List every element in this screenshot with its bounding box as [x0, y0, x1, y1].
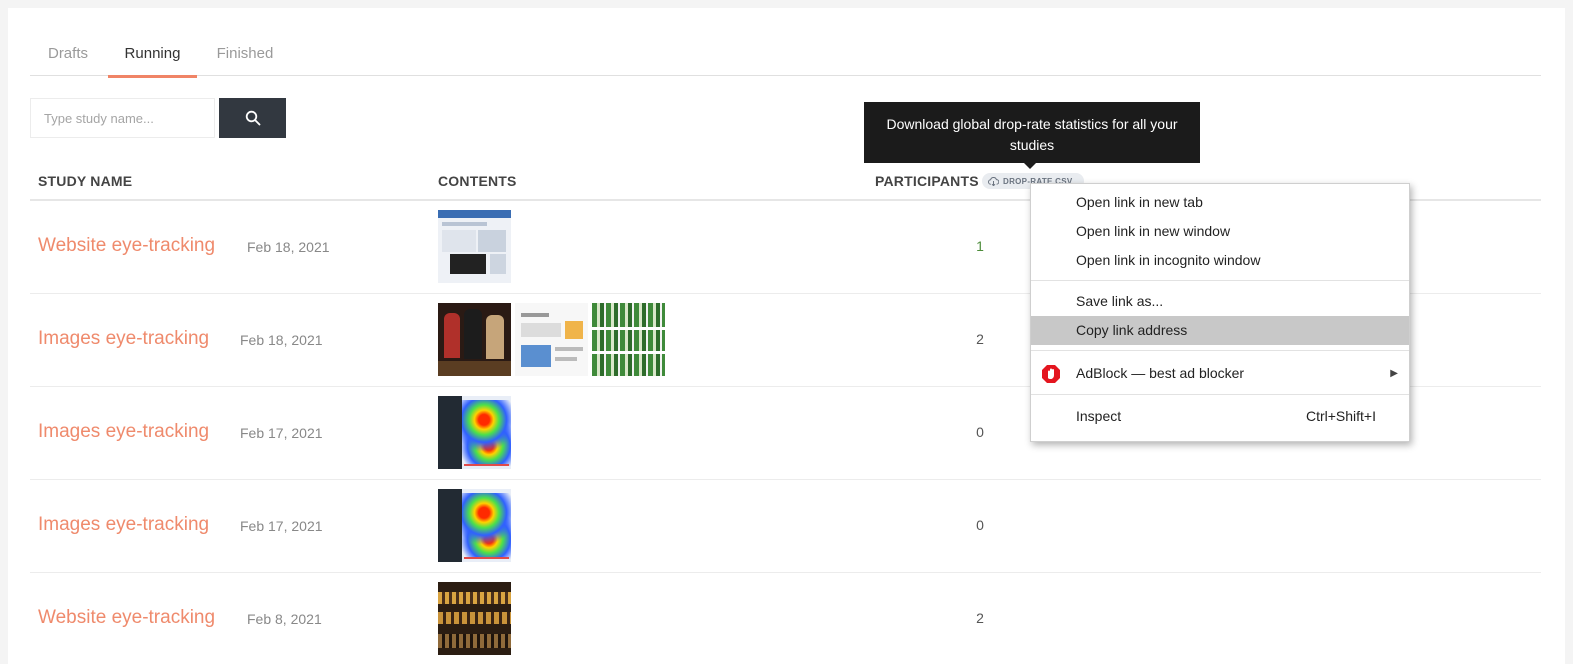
menu-item-label: Inspect [1076, 408, 1122, 424]
study-contents [438, 582, 511, 655]
participants-count: 0 [976, 517, 984, 533]
cloud-download-icon [988, 176, 999, 186]
study-contents [438, 303, 665, 376]
tab-finished[interactable]: Finished [203, 45, 287, 78]
content-thumbnail-heatmap[interactable] [438, 396, 511, 469]
context-menu: Open link in new tab Open link in new wi… [1030, 183, 1410, 442]
content-thumbnail-webpage[interactable] [515, 303, 588, 376]
header-participants: PARTICIPANTS [875, 173, 979, 189]
study-date: Feb 8, 2021 [247, 611, 322, 627]
menu-item-adblock[interactable]: AdBlock — best ad blocker ▶ [1031, 359, 1409, 388]
chevron-right-icon: ▶ [1390, 368, 1398, 379]
menu-item-save-link-as[interactable]: Save link as... [1031, 287, 1409, 316]
content-thumbnail-store-shelf[interactable] [438, 582, 511, 655]
study-name-link[interactable]: Images eye-tracking [38, 421, 209, 443]
content-thumbnail-heatmap[interactable] [438, 489, 511, 562]
table-row: Website eye-tracking Feb 8, 2021 2 [30, 573, 1541, 664]
studies-panel: Drafts Running Finished STUDY NAME CONTE… [8, 8, 1565, 664]
study-contents [438, 210, 511, 283]
search-button[interactable] [219, 98, 286, 138]
header-contents: CONTENTS [438, 173, 517, 189]
menu-separator [1031, 280, 1409, 281]
menu-item-open-new-tab[interactable]: Open link in new tab [1031, 188, 1409, 217]
menu-separator [1031, 394, 1409, 395]
menu-item-copy-link-address[interactable]: Copy link address [1031, 316, 1409, 345]
menu-separator [1031, 350, 1409, 351]
search-input[interactable] [30, 98, 215, 138]
adblock-hand-icon [1042, 365, 1060, 383]
header-study-name: STUDY NAME [38, 173, 133, 189]
drop-rate-tooltip: Download global drop-rate statistics for… [864, 102, 1200, 169]
study-contents [438, 396, 511, 469]
study-date: Feb 18, 2021 [240, 332, 323, 348]
study-name-link[interactable]: Website eye-tracking [38, 235, 215, 257]
content-thumbnail-shelf[interactable] [592, 303, 665, 376]
study-name-link[interactable]: Website eye-tracking [38, 607, 215, 629]
participants-count: 0 [976, 424, 984, 440]
content-thumbnail-movie-poster[interactable] [438, 303, 511, 376]
menu-item-inspect[interactable]: Inspect Ctrl+Shift+I [1031, 402, 1409, 431]
participants-count: 2 [976, 331, 984, 347]
search-icon [245, 110, 260, 126]
study-tabs: Drafts Running Finished [30, 45, 1541, 78]
tab-drafts[interactable]: Drafts [30, 45, 106, 78]
participants-count: 2 [976, 610, 984, 626]
menu-item-label: AdBlock — best ad blocker [1076, 365, 1245, 381]
study-date: Feb 17, 2021 [240, 425, 323, 441]
table-row: Images eye-tracking Feb 17, 2021 0 [30, 480, 1541, 573]
study-date: Feb 18, 2021 [247, 239, 330, 255]
study-date: Feb 17, 2021 [240, 518, 323, 534]
study-contents [438, 489, 511, 562]
study-name-link[interactable]: Images eye-tracking [38, 514, 209, 536]
tab-running[interactable]: Running [108, 45, 197, 78]
menu-item-open-incognito[interactable]: Open link in incognito window [1031, 246, 1409, 275]
participants-count: 1 [976, 238, 984, 254]
menu-item-shortcut: Ctrl+Shift+I [1305, 408, 1376, 424]
content-thumbnail-website[interactable] [438, 210, 511, 283]
study-name-link[interactable]: Images eye-tracking [38, 328, 209, 350]
menu-item-open-new-window[interactable]: Open link in new window [1031, 217, 1409, 246]
